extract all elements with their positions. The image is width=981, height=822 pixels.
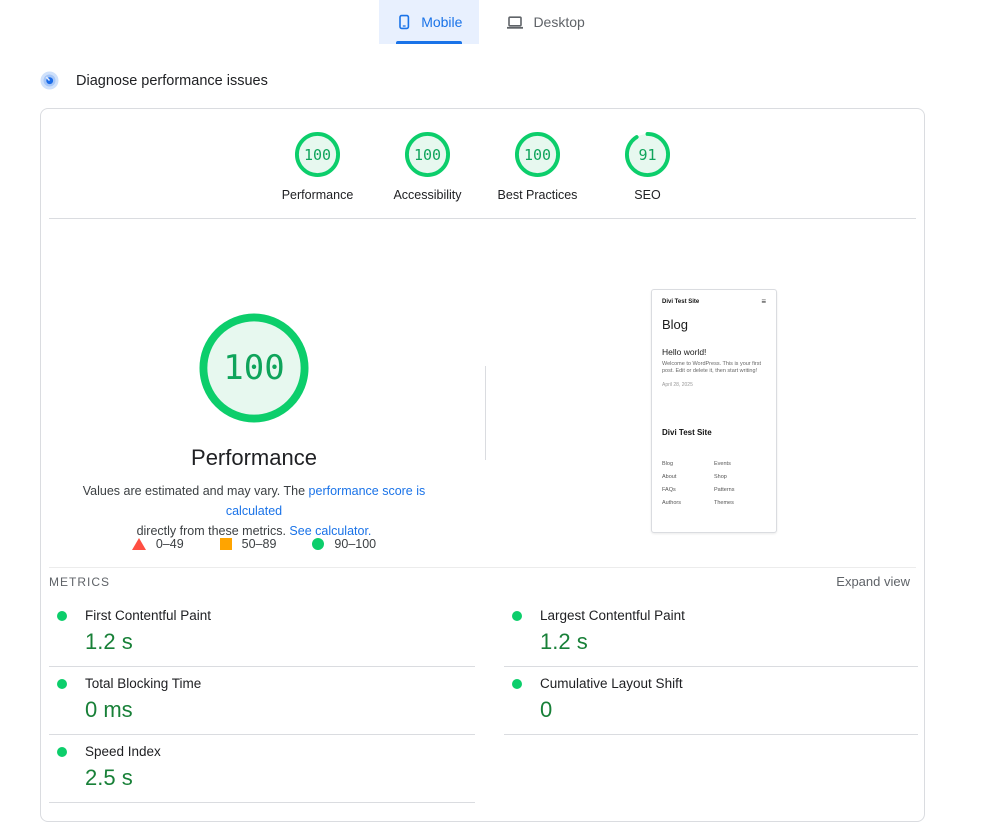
pass-dot-icon xyxy=(57,679,67,689)
legend-item-pass: 90–100 xyxy=(312,537,376,551)
expand-view-button[interactable]: Expand view xyxy=(836,574,910,589)
pass-dot-icon xyxy=(57,747,67,757)
gauge-score: 100 xyxy=(404,131,451,178)
metric-row-lcp: Largest Contentful Paint 1.2 s xyxy=(504,599,918,667)
metric-name: Speed Index xyxy=(85,745,161,759)
metric-value: 1.2 s xyxy=(85,630,475,654)
hamburger-menu-icon: ≡ xyxy=(761,299,766,305)
gauge-label: SEO xyxy=(634,188,660,202)
page-screenshot-thumbnail: Divi Test Site ≡ Blog Hello world! Welco… xyxy=(651,289,777,533)
red-triangle-icon xyxy=(132,538,146,550)
active-tab-underline xyxy=(396,41,462,44)
metric-name: Largest Contentful Paint xyxy=(540,609,685,623)
gauge-label: Best Practices xyxy=(498,188,578,202)
legend-item-average: 50–89 xyxy=(220,537,277,551)
gauge-accessibility[interactable]: 100 Accessibility xyxy=(373,131,483,202)
thumb-footer-link: Patterns xyxy=(714,487,766,493)
metric-name: Total Blocking Time xyxy=(85,677,201,691)
pass-dot-icon xyxy=(512,611,522,621)
tab-mobile-label: Mobile xyxy=(421,14,462,30)
tab-desktop[interactable]: Desktop xyxy=(489,0,601,44)
gauge-performance[interactable]: 100 Performance xyxy=(263,131,373,202)
metric-value: 2.5 s xyxy=(85,766,475,790)
thumb-footer-link: About xyxy=(662,474,714,480)
metric-name: Cumulative Layout Shift xyxy=(540,677,683,691)
metric-value: 0 ms xyxy=(85,698,475,722)
thumb-post-title: Hello world! xyxy=(662,347,766,357)
thumb-footer-link: Events xyxy=(714,461,766,467)
green-circle-icon xyxy=(312,538,324,550)
pass-dot-icon xyxy=(57,611,67,621)
thumb-footer-link: Authors xyxy=(662,500,714,506)
thumb-footer-link: FAQs xyxy=(662,487,714,493)
legend-item-fail: 0–49 xyxy=(132,537,184,551)
horizontal-divider xyxy=(49,218,916,219)
legend-range: 50–89 xyxy=(242,537,277,551)
desktop-laptop-icon xyxy=(506,15,524,30)
metric-row-fcp: First Contentful Paint 1.2 s xyxy=(49,599,475,667)
thumb-footer-link: Themes xyxy=(714,500,766,506)
thumb-post-date: April 28, 2025 xyxy=(662,382,766,388)
diagnose-header: Diagnose performance issues xyxy=(40,71,268,90)
description-text: directly from these metrics. xyxy=(137,524,290,538)
legend-range: 0–49 xyxy=(156,537,184,551)
thumb-footer-links: Blog Events About Shop FAQs Patterns Aut… xyxy=(662,461,766,506)
thumb-footer-link: Shop xyxy=(714,474,766,480)
see-calculator-link[interactable]: See calculator. xyxy=(289,524,371,538)
thumb-footer-title: Divi Test Site xyxy=(662,428,766,437)
lighthouse-report-card: 100 Performance 100 Accessibility 100 xyxy=(40,108,925,822)
gauge-seo[interactable]: 91 SEO xyxy=(593,131,703,202)
pass-dot-icon xyxy=(512,679,522,689)
device-tabbar: Mobile Desktop xyxy=(0,0,981,44)
performance-main-gauge: 100 xyxy=(199,313,309,423)
metric-row-tbt: Total Blocking Time 0 ms xyxy=(49,667,475,735)
thumb-site-name: Divi Test Site xyxy=(662,299,699,305)
gauge-best-practices[interactable]: 100 Best Practices xyxy=(483,131,593,202)
score-legend: 0–49 50–89 90–100 xyxy=(54,537,454,551)
metric-value: 0 xyxy=(540,698,918,722)
metrics-column-right: Largest Contentful Paint 1.2 s Cumulativ… xyxy=(504,599,918,735)
performance-score: 100 xyxy=(199,313,309,423)
vertical-divider xyxy=(485,366,486,460)
pagespeed-gauge-icon xyxy=(40,71,59,90)
gauge-score: 100 xyxy=(514,131,561,178)
thumb-footer-link: Blog xyxy=(662,461,714,467)
performance-title: Performance xyxy=(104,445,404,471)
gauge-label: Accessibility xyxy=(393,188,461,202)
metric-value: 1.2 s xyxy=(540,630,918,654)
tab-mobile[interactable]: Mobile xyxy=(379,0,479,44)
metrics-section-header: METRICS xyxy=(49,575,110,589)
metric-row-cls: Cumulative Layout Shift 0 xyxy=(504,667,918,735)
metric-row-si: Speed Index 2.5 s xyxy=(49,735,475,803)
gauge-score: 100 xyxy=(294,131,341,178)
thumb-header: Divi Test Site ≡ xyxy=(662,299,766,305)
description-text: Values are estimated and may vary. The xyxy=(83,484,309,498)
thumb-post-excerpt: Welcome to WordPress. This is your first… xyxy=(662,361,766,375)
orange-square-icon xyxy=(220,538,232,550)
section-title: Diagnose performance issues xyxy=(76,73,268,89)
category-gauges-row: 100 Performance 100 Accessibility 100 xyxy=(41,131,924,202)
metric-name: First Contentful Paint xyxy=(85,609,211,623)
legend-range: 90–100 xyxy=(334,537,376,551)
mobile-phone-icon xyxy=(396,14,412,30)
gauge-score: 91 xyxy=(624,131,671,178)
performance-description: Values are estimated and may vary. The p… xyxy=(54,481,454,541)
tab-desktop-label: Desktop xyxy=(533,14,584,30)
gauge-label: Performance xyxy=(282,188,354,202)
metrics-column-left: First Contentful Paint 1.2 s Total Block… xyxy=(49,599,475,803)
thumb-page-title: Blog xyxy=(662,317,766,332)
metrics-top-divider xyxy=(49,567,916,568)
